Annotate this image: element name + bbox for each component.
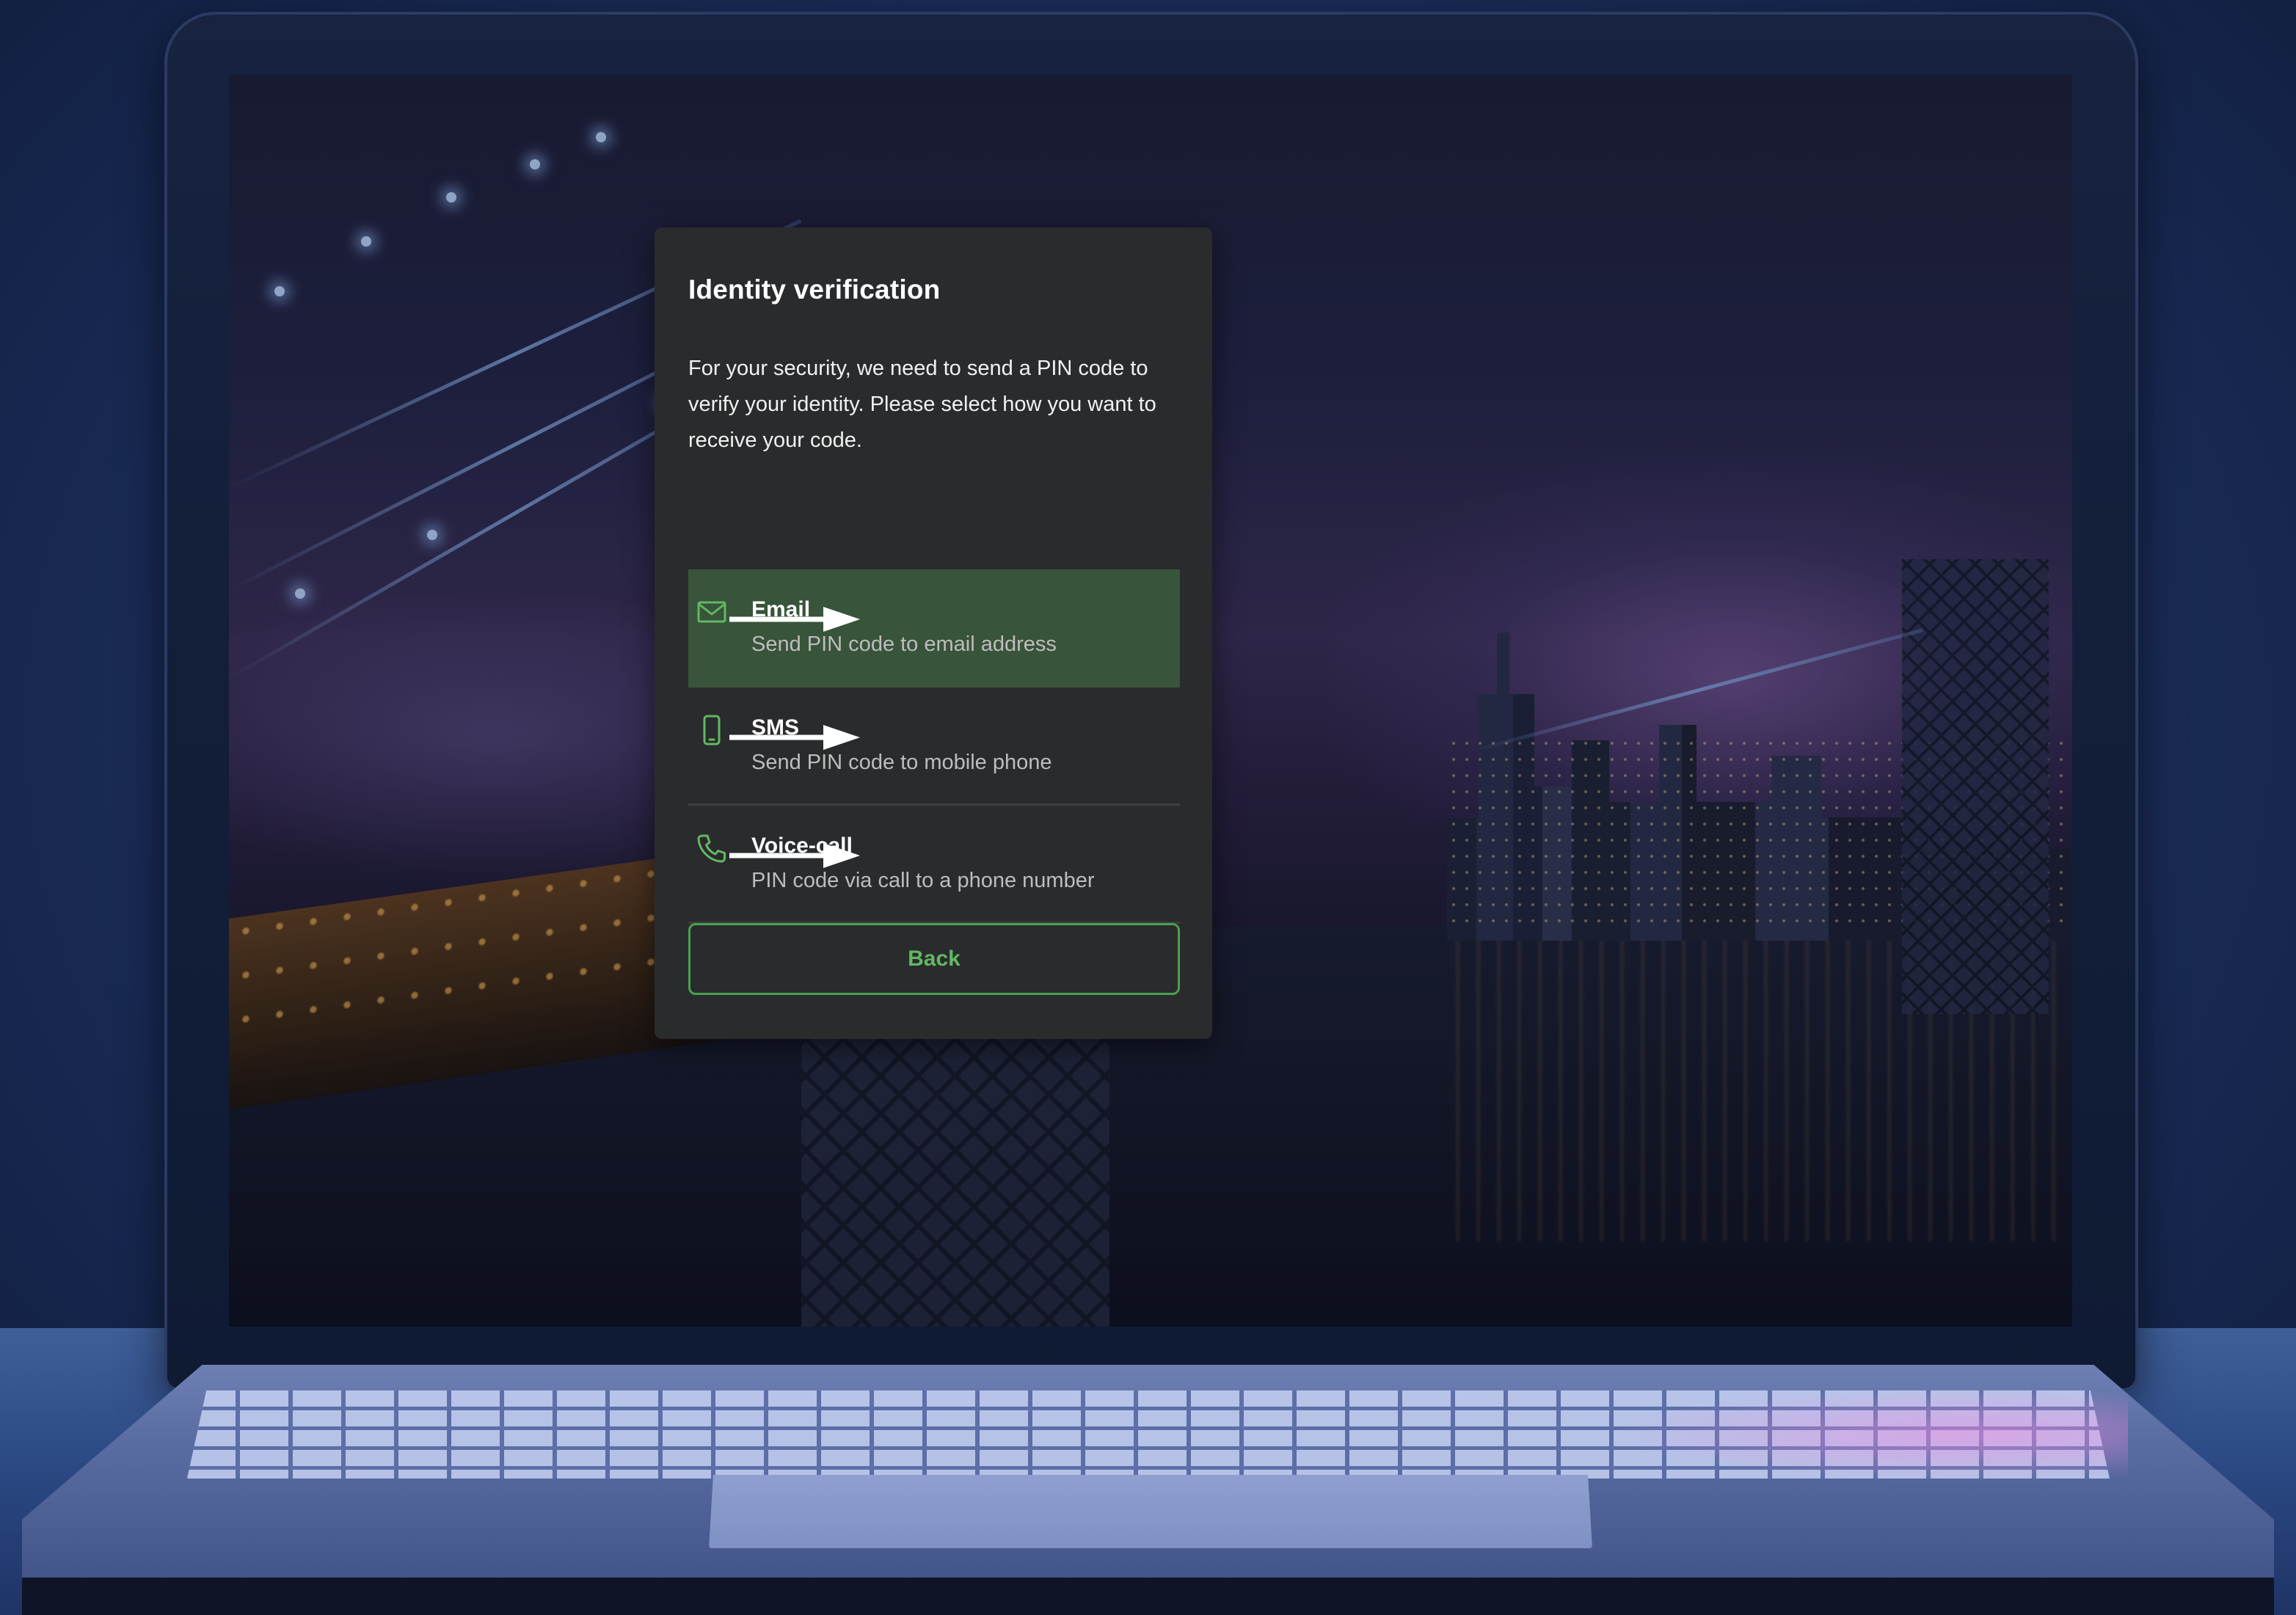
keyboard-backlight-glow (1614, 1387, 2128, 1482)
phone-icon (703, 715, 721, 745)
option-sms-sublabel: Send PIN code to mobile phone (751, 751, 1052, 774)
arrow-right-icon (729, 607, 860, 632)
option-voice-call-sublabel: PIN code via call to a phone number (751, 869, 1095, 892)
option-email-sublabel: Send PIN code to email address (751, 632, 1057, 656)
trackpad (709, 1475, 1592, 1548)
mail-icon (697, 601, 726, 623)
arrow-right-icon (729, 843, 860, 868)
dialog-title: Identity verification (688, 274, 941, 305)
dialog-description: For your security, we need to send a PIN… (688, 357, 1156, 452)
arrow-right-icon (729, 725, 860, 750)
call-icon (697, 834, 726, 863)
laptop-base-edge (22, 1578, 2274, 1615)
back-button[interactable]: Back (688, 923, 1180, 995)
laptop-scene: Identity verification For your security,… (0, 0, 2296, 1615)
